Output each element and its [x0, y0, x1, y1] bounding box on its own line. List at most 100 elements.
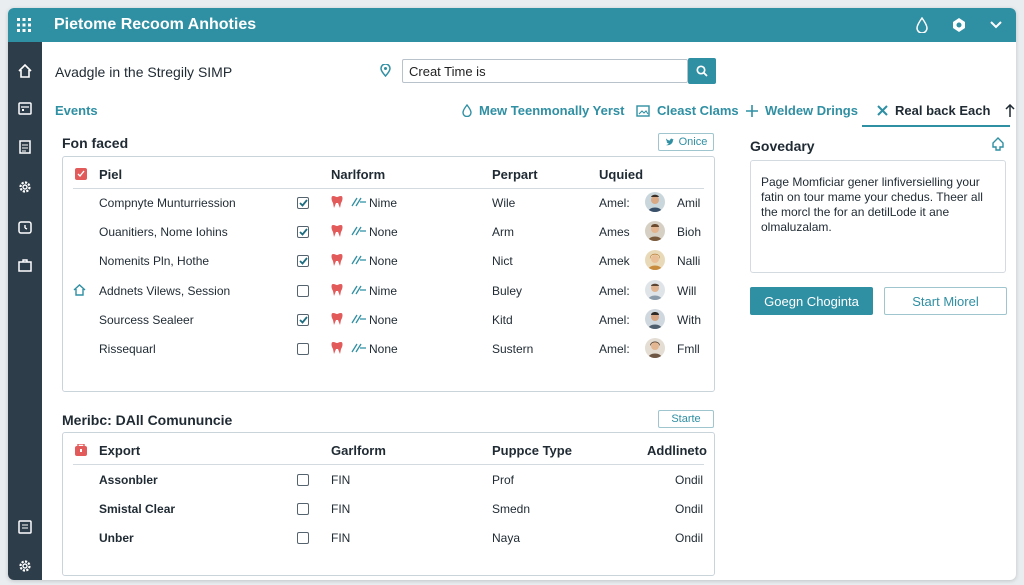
row-name: Ouanitiers, Nome Iohins — [99, 225, 228, 239]
column-header[interactable]: Puppce Type — [492, 443, 572, 458]
tab-events[interactable]: Events — [55, 103, 98, 118]
row-status: Amel: — [599, 196, 630, 210]
section2-table: Export Garlform Puppce Type Addlineto As… — [62, 432, 715, 576]
briefcase-icon — [17, 257, 33, 273]
notification-icon[interactable] — [950, 17, 968, 33]
row-platform: Nime — [369, 284, 398, 298]
plus-icon — [746, 104, 758, 117]
row-checkbox[interactable] — [297, 503, 309, 515]
sidebar-notes[interactable] — [8, 512, 42, 542]
home-icon — [73, 284, 86, 296]
title-bar: Pietome Recoom Anhoties — [8, 8, 1016, 42]
tooth-icon — [331, 312, 343, 326]
row-checkbox[interactable] — [297, 314, 309, 326]
tab-weldew-drings[interactable]: Weldew Drings — [746, 103, 858, 118]
search-icon — [696, 65, 708, 77]
avatar — [645, 309, 665, 329]
column-header[interactable]: Piel — [99, 167, 122, 182]
column-header[interactable]: Export — [99, 443, 140, 458]
row-part: Wile — [492, 196, 516, 210]
row-platform: None — [369, 225, 398, 239]
info-box: Page Momficiar gener linfiversielling yo… — [750, 160, 1006, 273]
search-button[interactable] — [688, 58, 716, 84]
row-type: Naya — [492, 531, 521, 545]
row-checkbox[interactable] — [297, 532, 309, 544]
link-icon — [351, 343, 367, 353]
avatar — [645, 221, 665, 241]
tooth-icon — [331, 253, 343, 267]
row-user: Fmll — [677, 342, 700, 356]
row-user: With — [677, 313, 701, 327]
tooth-icon — [331, 195, 343, 209]
tab-label: Mew Teenmonally Yerst — [479, 103, 625, 118]
section1-table: Piel Narlform Perpart Uquied Compnyte Mu… — [62, 156, 715, 392]
link-icon — [351, 285, 367, 295]
primary-button[interactable]: Goegn Choginta — [750, 287, 873, 315]
chevron-down-icon[interactable] — [990, 21, 1002, 29]
refresh-icon[interactable] — [990, 137, 1006, 151]
row-status: Amel: — [599, 313, 630, 327]
calendar-icon — [17, 100, 33, 116]
sidebar-schedule[interactable] — [8, 212, 42, 242]
drop-icon[interactable] — [916, 17, 928, 33]
column-header[interactable]: Perpart — [492, 167, 538, 182]
app-window: Pietome Recoom Anhoties Avadgle in the S… — [8, 8, 1016, 580]
row-name: Rissequarl — [99, 342, 156, 356]
row-checkbox[interactable] — [297, 285, 309, 297]
column-header[interactable]: Addlineto — [647, 443, 707, 458]
row-checkbox[interactable] — [297, 343, 309, 355]
row-checkbox[interactable] — [297, 255, 309, 267]
button-label: Onice — [678, 136, 708, 148]
secondary-button[interactable]: Start Miorel — [884, 287, 1007, 315]
sidebar — [8, 42, 42, 580]
row-status: Ames — [599, 225, 630, 239]
row-platform: Nime — [369, 196, 398, 210]
row-form: FIN — [331, 531, 351, 545]
row-type: Prof — [492, 473, 515, 487]
sidebar-calendar[interactable] — [8, 93, 42, 123]
row-checkbox[interactable] — [297, 197, 309, 209]
document-icon — [17, 139, 33, 155]
sidebar-home[interactable] — [8, 56, 42, 86]
tab-label: Weldew Drings — [765, 103, 858, 118]
row-checkbox[interactable] — [297, 226, 309, 238]
tab-real-back-each[interactable]: Real back Each — [877, 103, 1015, 118]
section2-action-button[interactable]: Starte — [658, 410, 714, 428]
section2-title: Meribc: DAll Comununcie — [62, 412, 233, 428]
row-checkbox[interactable] — [297, 474, 309, 486]
settings-gear-icon — [17, 558, 33, 574]
link-icon — [351, 197, 367, 207]
drop-icon — [462, 104, 472, 117]
image-icon — [636, 104, 650, 117]
section1-action-button[interactable]: Onice — [658, 133, 714, 151]
arrow-up-icon[interactable] — [1005, 104, 1015, 117]
row-status: Amek — [599, 254, 630, 268]
row-part: Kitd — [492, 313, 513, 327]
sidebar-documents[interactable] — [8, 132, 42, 162]
sidebar-briefcase[interactable] — [8, 250, 42, 280]
sidebar-preferences[interactable] — [8, 551, 42, 580]
search-input[interactable] — [402, 59, 688, 83]
link-icon — [351, 314, 367, 324]
tooth-icon — [331, 341, 343, 355]
row-addl: Ondil — [675, 473, 704, 487]
app-grid-icon[interactable] — [8, 18, 40, 32]
column-header[interactable]: Uquied — [599, 167, 643, 182]
button-label: Starte — [671, 413, 701, 425]
tab-cleast-clams[interactable]: Cleast Clams — [636, 103, 739, 118]
row-user: Amil — [677, 196, 701, 210]
tab-bar: Events Mew Teenmonally Yerst Cleast Clam… — [42, 96, 1016, 128]
twitter-icon — [665, 138, 675, 147]
row-name: Addnets Vilews, Session — [99, 284, 231, 298]
main-content: Avadgle in the Stregily SIMP Events Mew … — [42, 42, 1016, 580]
avatar — [645, 338, 665, 358]
tooth-icon — [331, 283, 343, 297]
tab-teenmonally[interactable]: Mew Teenmonally Yerst — [462, 103, 624, 118]
column-header[interactable]: Garlform — [331, 443, 386, 458]
row-name: Nomenits Pln, Hothe — [99, 254, 210, 268]
column-header[interactable]: Narlform — [331, 167, 385, 182]
sidebar-settings[interactable] — [8, 172, 42, 202]
row-part: Arm — [492, 225, 514, 239]
avatar — [645, 192, 665, 212]
page-subtitle: Avadgle in the Stregily SIMP — [55, 64, 233, 80]
